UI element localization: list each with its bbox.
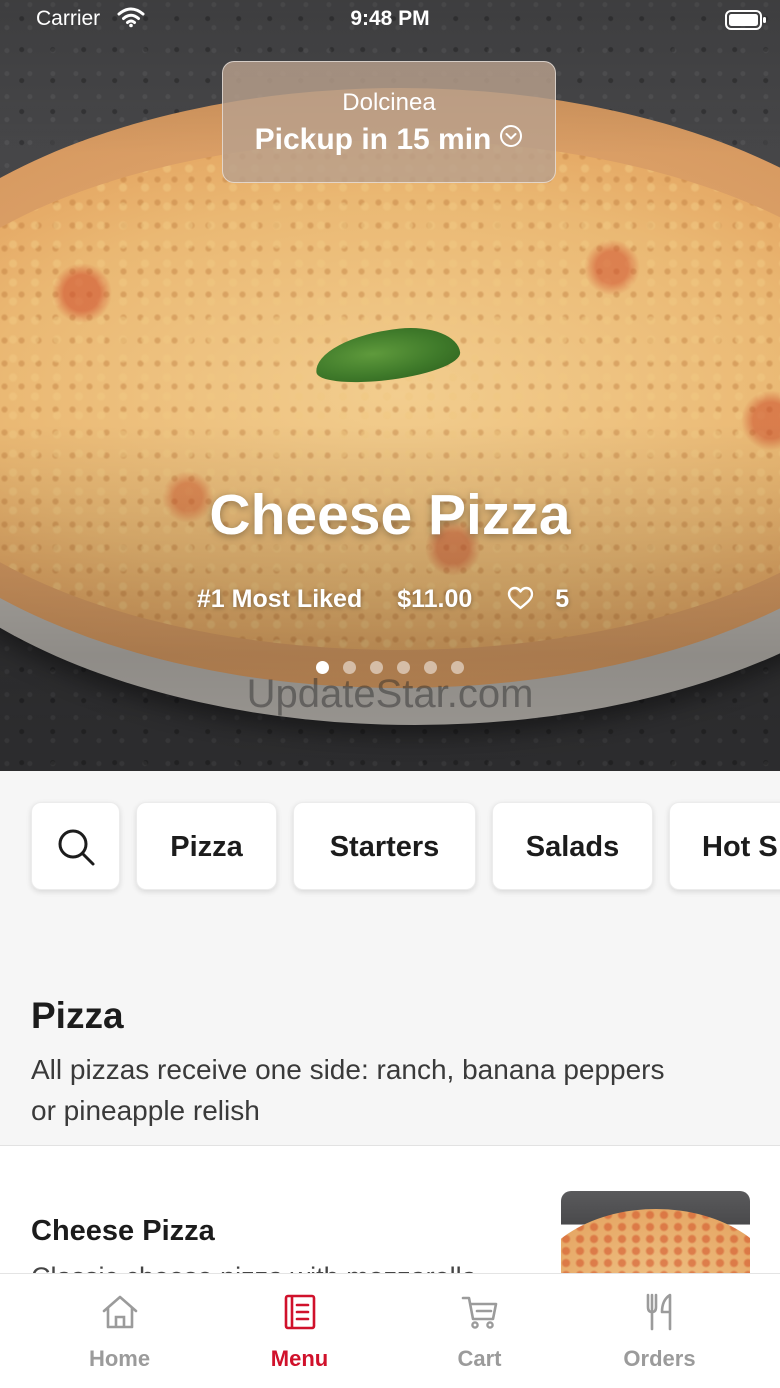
- tab-bar: Home Menu Cart Orders: [0, 1273, 780, 1388]
- category-chip-salads[interactable]: Salads: [492, 802, 653, 890]
- pickup-selector[interactable]: Dolcinea Pickup in 15 min: [222, 61, 556, 183]
- section-title: Pizza: [31, 995, 124, 1036]
- utensils-icon: [646, 1293, 671, 1331]
- store-name: Dolcinea: [342, 89, 436, 116]
- featured-item-title: Cheese Pizza: [209, 483, 571, 547]
- tab-orders-label: Orders: [623, 1346, 696, 1371]
- category-chip-pizza[interactable]: Pizza: [136, 802, 277, 890]
- search-icon: [58, 829, 94, 866]
- tab-cart-label: Cart: [457, 1346, 502, 1371]
- category-chip-starters[interactable]: Starters: [293, 802, 476, 890]
- likes: 5: [507, 584, 583, 614]
- heart-icon: [508, 587, 534, 610]
- watermark: UpdateStar.com: [246, 672, 534, 716]
- tab-home-label: Home: [88, 1346, 151, 1371]
- cart-icon: [461, 1296, 497, 1329]
- likes-count: 5: [555, 585, 570, 614]
- category-chip-hot-subs[interactable]: Hot S: [669, 802, 780, 890]
- rank-badge: #1 Most Liked: [196, 584, 363, 613]
- menu-icon: [284, 1294, 315, 1330]
- featured-item-meta: #1 Most Liked $11.00 5: [0, 584, 780, 614]
- category-chips: Pizza Starters Salads Hot S: [31, 802, 780, 890]
- clock: 9:48 PM: [350, 7, 430, 30]
- chevron-down-icon: [499, 122, 523, 156]
- pickup-time: Pickup in 15 min: [254, 123, 492, 156]
- tab-orders[interactable]: Orders: [562, 1274, 757, 1388]
- status-bar: Carrier 9:48 PM: [0, 0, 780, 40]
- search-button[interactable]: [31, 802, 120, 890]
- tab-menu[interactable]: Menu: [202, 1274, 397, 1388]
- home-icon: [102, 1295, 137, 1329]
- menu-item-name[interactable]: Cheese Pizza: [31, 1215, 215, 1248]
- hero-banner[interactable]: Carrier 9:48 PM Dolcinea Pickup in 15 mi…: [0, 0, 780, 771]
- tab-menu-label: Menu: [270, 1346, 329, 1371]
- battery-icon: [725, 9, 767, 36]
- tab-home[interactable]: Home: [22, 1274, 217, 1388]
- price-label: $11.00: [397, 584, 473, 613]
- section-description: All pizzas receive one side: ranch, bana…: [31, 1054, 665, 1126]
- tab-cart[interactable]: Cart: [382, 1274, 577, 1388]
